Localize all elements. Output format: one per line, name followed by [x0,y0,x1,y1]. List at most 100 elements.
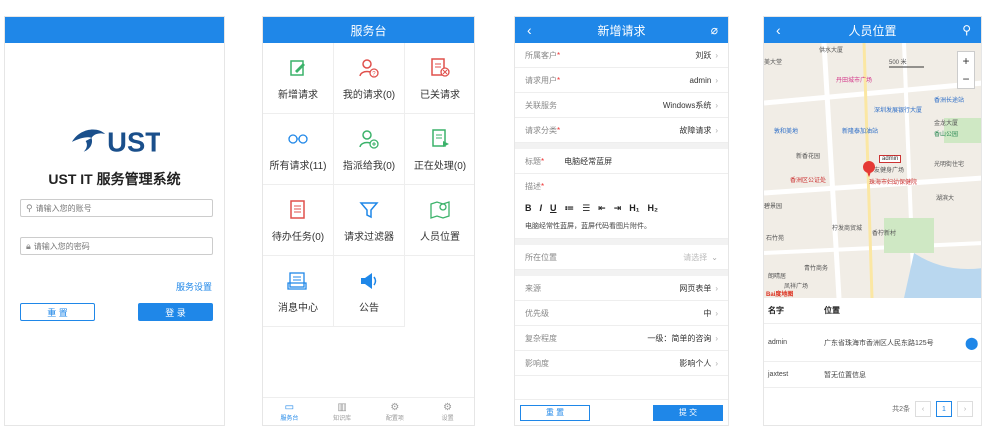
submit-button[interactable]: 提 交 [653,404,723,421]
account-field[interactable]: ⚲ [20,199,213,217]
back-button[interactable]: ‹ [527,22,532,38]
menu-my-requests[interactable]: ? 我的请求(0) [334,43,405,114]
account-input[interactable] [35,203,196,213]
monitor-icon: ▭ [284,401,295,413]
chevron-right-icon: › [715,333,718,343]
newreq-footer: 重 置 提 交 [515,399,728,425]
table-row[interactable]: jaxtest 暂无位置信息 [764,362,981,388]
dolphin-icon: UST [71,127,160,156]
menu-todo-tasks[interactable]: 待办任务(0) [263,185,334,256]
outdent-button[interactable]: ⇤ [598,203,606,214]
menu-label: 请求过滤器 [344,231,394,243]
user-question-icon: ? [358,56,380,80]
megaphone-icon [358,269,380,293]
menu-message-center[interactable]: 消息中心 [263,256,334,327]
chevron-right-icon: › [715,125,718,135]
menu-label: 正在处理(0) [413,160,467,172]
config-icon: ⚙︎ [390,401,400,413]
desk-title-bar: 服务台 [263,17,474,43]
password-field[interactable]: 🔒︎ [20,237,213,255]
bold-button[interactable]: B [525,203,532,213]
tab-settings[interactable]: ⚙ 设置 [421,398,474,425]
row-related-service[interactable]: 关联服务 Windows系统 › [515,93,728,118]
glasses-icon [287,127,309,151]
row-subject[interactable]: 标题* 电脑经常蓝屏 [515,149,728,174]
service-settings-link[interactable]: 服务设置 [176,280,212,293]
menu-label: 新增请求 [278,89,318,101]
zoom-in-button[interactable]: + [962,54,969,68]
reset-button[interactable]: 重 置 [520,404,590,421]
menu-closed-requests[interactable]: 已关请求 [405,43,474,114]
row-complexity[interactable]: 复杂程度 一级：简单的咨询 › [515,326,728,351]
login-button[interactable]: 登 录 [138,303,213,321]
row-source[interactable]: 来源 网页表单 › [515,276,728,301]
desk-title: 服务台 [350,23,387,38]
map-view[interactable]: 500 米 admin 供水大厦 美大堂 丹田城市广场 香洲长途站 深圳发展银行… [764,43,981,298]
doc-play-icon [430,127,450,151]
editor-toolbar: B I U ≔ ☰ ⇤ ⇥ H₁ H₂ [515,199,728,217]
menu-request-filter[interactable]: 请求过滤器 [334,185,405,256]
row-priority[interactable]: 优先级 中 › [515,301,728,326]
admin-marker-label: admin [879,155,902,163]
menu-label: 人员位置 [420,231,460,243]
gear-icon: ⚙ [443,401,453,413]
login-top-bar [5,17,224,43]
location-title: 人员位置 [848,23,897,38]
menu-in-progress[interactable]: 正在处理(0) [405,114,474,185]
message-icon [287,269,309,293]
lock-icon: 🔒︎ [26,240,31,251]
bullet-list-button[interactable]: ☰ [582,203,590,214]
tab-config-items[interactable]: ⚙︎ 配置项 [369,398,422,425]
menu-assigned-to-me[interactable]: 指派给我(0) [334,114,405,185]
row-request-user[interactable]: 请求用户* admin › [515,68,728,93]
menu-label: 待办任务(0) [271,231,325,243]
zoom-control: + − [957,51,975,89]
menu-announcement[interactable]: 公告 [334,256,405,327]
row-location[interactable]: 所在位置 请选择 ⌄ [515,245,728,270]
chevron-right-icon: › [715,50,718,60]
menu-label: 我的请求(0) [342,89,396,101]
subject-input[interactable]: 电脑经常蓝屏 [564,156,612,167]
h2-button[interactable]: H₂ [647,203,658,213]
page-number[interactable]: 1 [936,401,952,417]
newreq-title: 新增请求 [597,23,646,38]
menu-all-requests[interactable]: 所有请求(11) [263,114,334,185]
location-pin-icon[interactable]: ⬤ [965,336,978,350]
italic-button[interactable]: I [540,203,543,213]
chevron-right-icon: › [715,100,718,110]
edit-icon [288,56,308,80]
prev-page-button[interactable]: ‹ [915,401,931,417]
row-impact[interactable]: 影响度 影响个人 › [515,351,728,376]
row-customer[interactable]: 所属客户* 刘跃 › [515,43,728,68]
service-desk-screen: 服务台 新增请求 ? 我的请求(0) 已关请求 所有请求(11) 指派给我(0)… [262,16,475,426]
password-input[interactable] [33,241,194,251]
tab-knowledge-base[interactable]: ▥ 知识库 [316,398,369,425]
baidu-logo: Bai度地图 [766,292,794,298]
table-row[interactable]: admin 广东省珠海市香洲区人民东路125号 ⬤ [764,324,981,362]
indent-button[interactable]: ⇥ [614,203,622,214]
user-icon: ⚲ [26,202,33,213]
row-request-category[interactable]: 请求分类* 故障请求 › [515,118,728,143]
zoom-out-button[interactable]: − [962,72,969,86]
reset-button[interactable]: 重 置 [20,303,95,321]
map-scale: 500 米 [889,60,907,66]
menu-label: 指派给我(0) [342,160,396,172]
doc-list-icon [289,198,307,222]
tab-service-desk[interactable]: ▭ 服务台 [263,398,316,425]
ordered-list-button[interactable]: ≔ [565,203,575,214]
back-button[interactable]: ‹ [776,22,781,38]
desk-menu-grid: 新增请求 ? 我的请求(0) 已关请求 所有请求(11) 指派给我(0) 正在处… [263,43,474,327]
h1-button[interactable]: H₁ [629,203,639,213]
chevron-down-icon: ⌄ [711,252,718,262]
description-editor[interactable]: 电脑经常性蓝屏，蓝屏代码看图片附件。 [515,217,728,239]
next-page-button[interactable]: › [957,401,973,417]
menu-new-request[interactable]: 新增请求 [263,43,334,114]
row-description-label: 描述* [525,182,545,191]
app-title: UST IT 服务管理系统 [48,171,181,187]
chevron-right-icon: › [715,358,718,368]
menu-person-location[interactable]: 人员位置 [405,185,474,256]
underline-button[interactable]: U [550,203,557,213]
search-icon[interactable]: ⚲ [962,23,971,37]
filter-icon [359,198,379,222]
attachment-icon[interactable]: ⌀ [711,23,718,37]
